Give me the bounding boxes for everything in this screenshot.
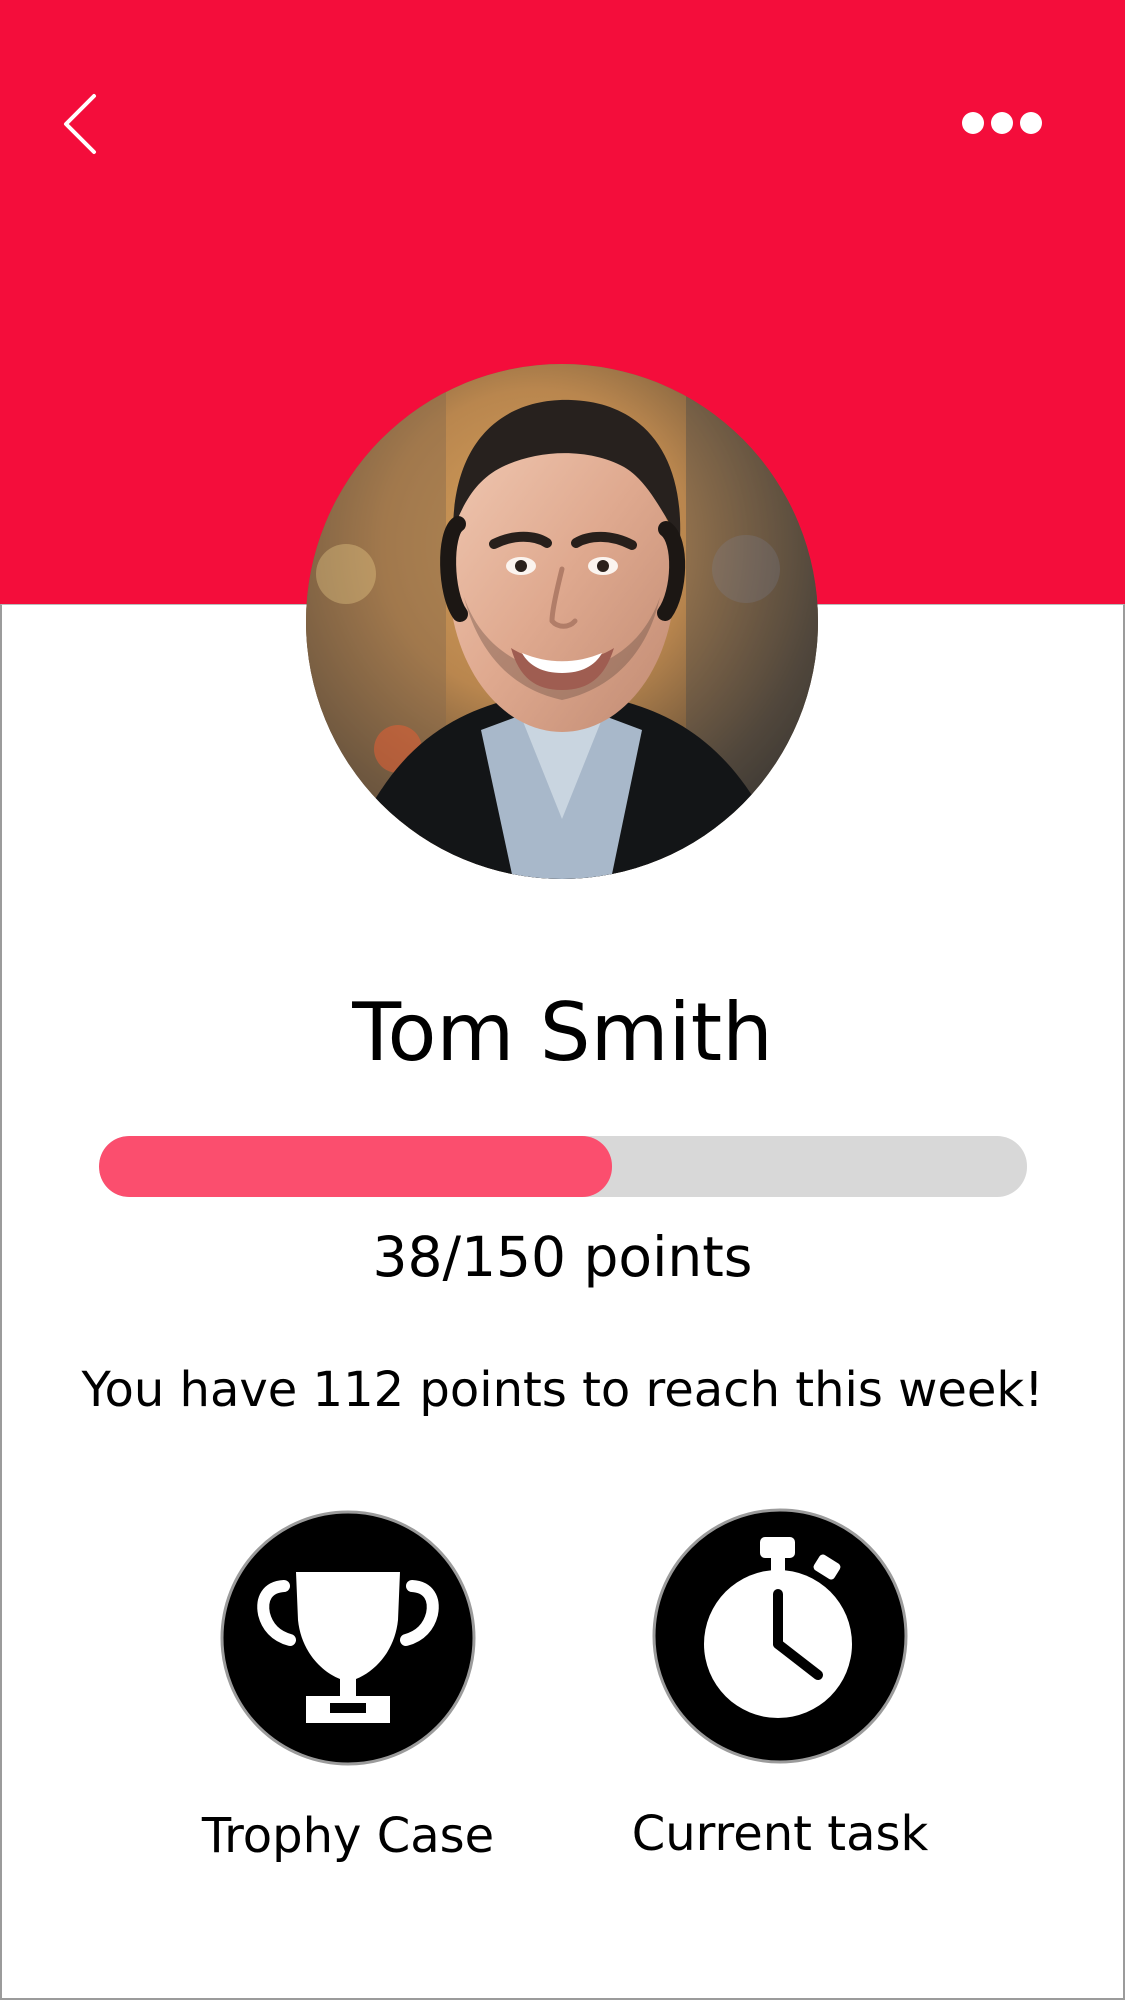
stopwatch-icon — [652, 1508, 908, 1764]
points-progress-fill — [99, 1136, 613, 1197]
weekly-points-message: You have 112 points to reach this week! — [81, 1362, 1044, 1418]
profile-name: Tom Smith — [352, 986, 773, 1079]
back-button[interactable] — [48, 84, 118, 164]
more-horizontal-icon — [962, 112, 1042, 134]
current-task-button[interactable]: Current task — [610, 1506, 950, 1886]
current-task-label: Current task — [631, 1806, 929, 1862]
more-options-button[interactable] — [950, 100, 1060, 146]
trophy-case-label: Trophy Case — [201, 1808, 495, 1864]
trophy-icon — [220, 1510, 476, 1766]
profile-avatar[interactable] — [306, 364, 818, 879]
trophy-case-button[interactable]: Trophy Case — [178, 1508, 518, 1888]
points-progress-bar — [99, 1136, 1027, 1197]
profile-screen: Tom Smith 38/150 points You have 112 poi… — [0, 0, 1125, 2001]
points-progress-label: 38/150 points — [372, 1225, 753, 1289]
chevron-left-icon — [64, 94, 96, 154]
profile-photo — [306, 364, 818, 879]
